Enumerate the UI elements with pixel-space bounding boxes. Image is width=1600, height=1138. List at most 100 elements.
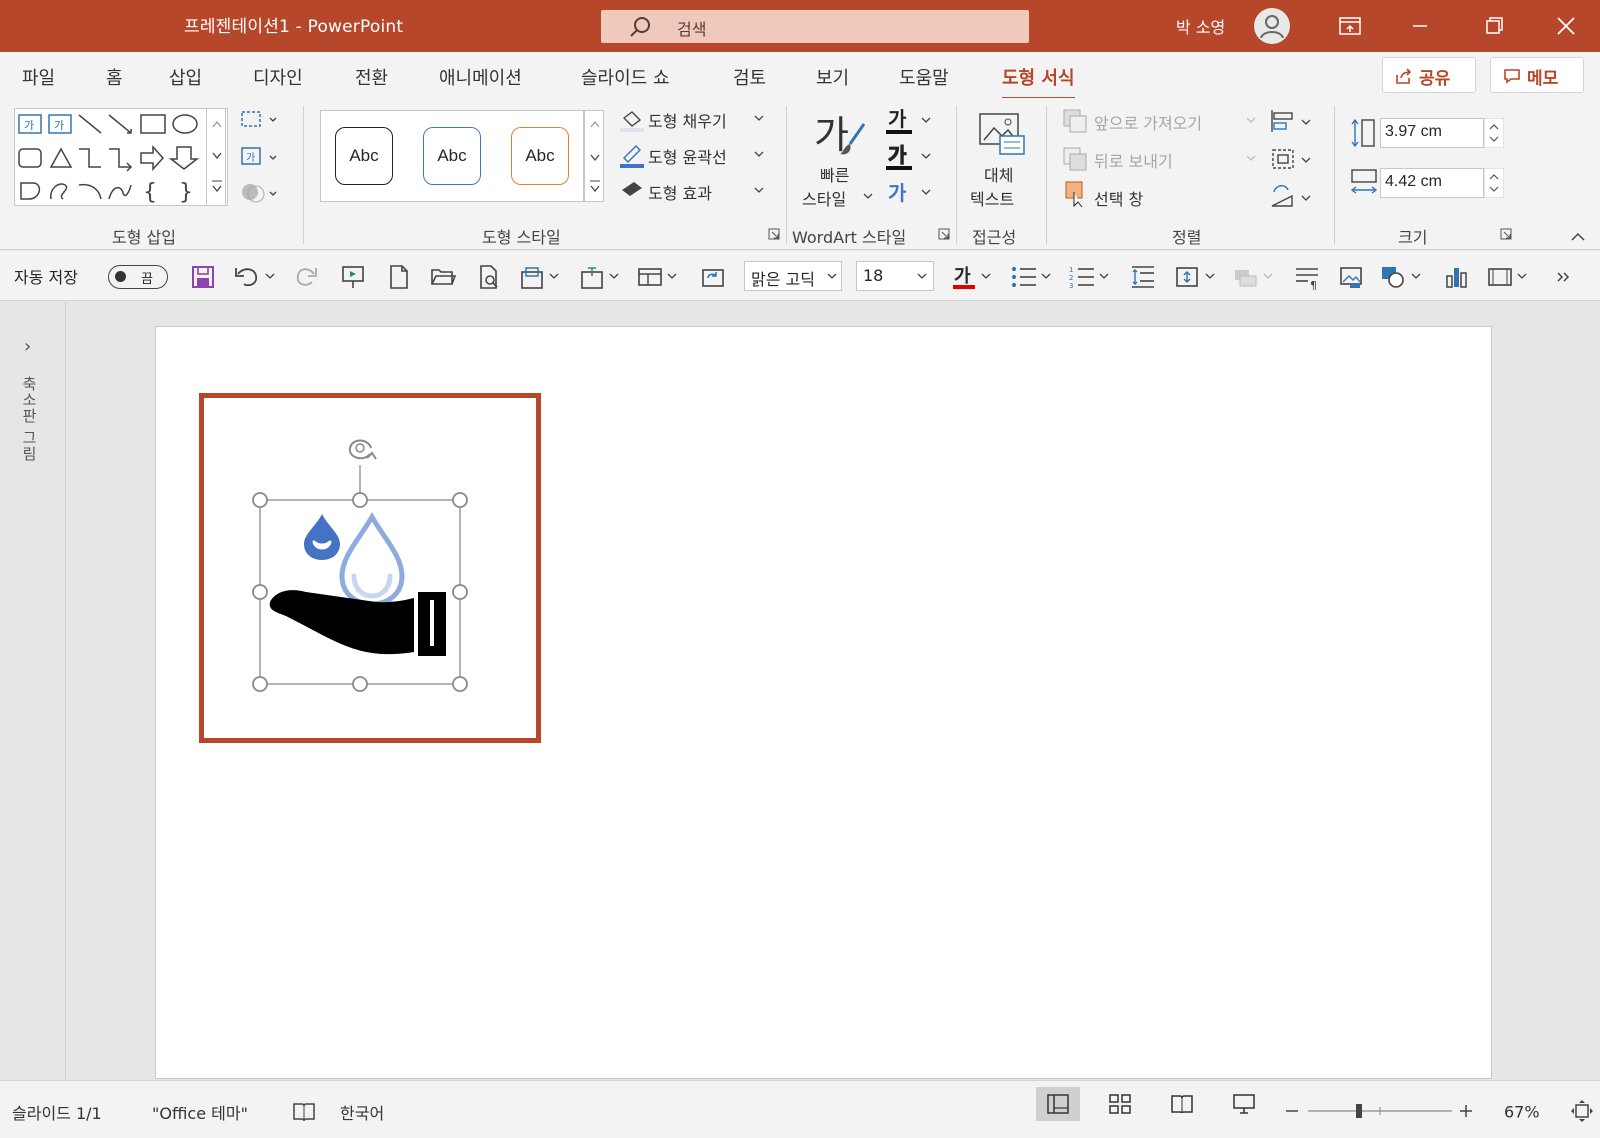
spinner-arrows-icon[interactable] bbox=[1484, 168, 1504, 198]
open-folder-icon[interactable] bbox=[430, 264, 456, 290]
share-button[interactable]: 공유 bbox=[1382, 57, 1476, 93]
text-box-icon[interactable] bbox=[578, 264, 622, 290]
avatar[interactable] bbox=[1254, 8, 1290, 44]
send-backward-button[interactable]: 뒤로 보내기 bbox=[1094, 148, 1173, 172]
align-group-rotate-icons[interactable] bbox=[1268, 108, 1316, 212]
tab-view[interactable]: 보기 bbox=[816, 64, 849, 90]
shape-effects-button[interactable]: 도형 효과 bbox=[648, 180, 712, 204]
print-preview-icon[interactable] bbox=[476, 264, 502, 290]
reading-view-button[interactable] bbox=[1160, 1087, 1204, 1121]
dialog-launcher-icon[interactable] bbox=[1500, 228, 1512, 240]
font-color-icon[interactable] bbox=[950, 264, 996, 290]
shapes-gallery[interactable]: 가 가 { } bbox=[14, 108, 228, 206]
video-icon[interactable] bbox=[1486, 264, 1532, 290]
picture-icon[interactable] bbox=[1338, 264, 1364, 290]
shape-styles-gallery[interactable]: Abc Abc Abc bbox=[320, 110, 584, 202]
svg-text:가: 가 bbox=[888, 143, 907, 167]
wordart-fill-outline-effects-icons[interactable]: 가 가 가 bbox=[884, 104, 934, 210]
memo-label: 메모 bbox=[1527, 69, 1559, 89]
reading-view-icon bbox=[1171, 1095, 1193, 1114]
edit-shape-tools-icon[interactable]: 가 bbox=[238, 108, 288, 208]
group-separator bbox=[956, 106, 957, 244]
minimize-icon[interactable] bbox=[1406, 12, 1434, 40]
shape-fill-button[interactable]: 도형 채우기 bbox=[648, 108, 727, 132]
new-slide-icon[interactable] bbox=[518, 264, 562, 290]
tab-shape-format[interactable]: 도형 서식 bbox=[1002, 64, 1075, 100]
new-file-icon[interactable] bbox=[386, 264, 412, 290]
theme-name: "Office 테마" bbox=[152, 1104, 248, 1123]
numbering-icon[interactable]: 123 bbox=[1068, 264, 1114, 290]
redo-icon[interactable] bbox=[294, 264, 320, 290]
tab-file[interactable]: 파일 bbox=[22, 64, 55, 90]
ribbon-display-icon[interactable] bbox=[1336, 12, 1364, 40]
slide-sorter-button[interactable] bbox=[1098, 1087, 1142, 1121]
collapse-ribbon-icon[interactable] bbox=[1570, 232, 1586, 242]
tab-design[interactable]: 디자인 bbox=[253, 64, 303, 90]
selection-pane-button[interactable]: 선택 창 bbox=[1094, 186, 1143, 210]
spinner-arrows-icon[interactable] bbox=[1484, 118, 1504, 148]
tab-transitions[interactable]: 전환 bbox=[355, 64, 388, 90]
chart-icon[interactable] bbox=[1444, 264, 1470, 290]
shape-style-preset[interactable]: Abc bbox=[335, 127, 393, 185]
arrange-icons bbox=[1063, 109, 1087, 208]
zoom-level[interactable]: 67% bbox=[1504, 1103, 1540, 1122]
dialog-launcher-icon[interactable] bbox=[938, 228, 950, 240]
shape-height-input[interactable]: 3.97 cm bbox=[1380, 118, 1484, 148]
shape-outline-button[interactable]: 도형 윤곽선 bbox=[648, 144, 727, 168]
shape-style-preset[interactable]: Abc bbox=[423, 127, 481, 185]
quick-access-toolbar: 자동 저장 끔 맑은 고딕 18 가 123 ¶ bbox=[0, 251, 1600, 301]
normal-view-button[interactable] bbox=[1036, 1087, 1080, 1121]
tab-animations[interactable]: 애니메이션 bbox=[439, 64, 522, 90]
shapes-icon[interactable] bbox=[1380, 264, 1426, 290]
alt-text-icon[interactable] bbox=[978, 112, 1026, 156]
bring-forward-button[interactable]: 앞으로 가져오기 bbox=[1094, 110, 1202, 134]
zoom-slider[interactable] bbox=[1284, 1101, 1474, 1121]
reset-slide-icon[interactable] bbox=[700, 264, 726, 290]
undo-icon[interactable] bbox=[232, 264, 278, 290]
paragraph-icon[interactable]: ¶ bbox=[1294, 264, 1320, 290]
bullets-icon[interactable] bbox=[1010, 264, 1056, 290]
shape-width-input[interactable]: 4.42 cm bbox=[1380, 168, 1484, 198]
svg-text:3: 3 bbox=[1069, 282, 1073, 290]
expand-thumbnails-icon[interactable]: › bbox=[24, 336, 31, 357]
tab-help[interactable]: 도움말 bbox=[899, 64, 949, 90]
language-indicator[interactable]: 한국어 bbox=[340, 1100, 384, 1124]
thumbnail-rail: › 축소판 그림 bbox=[0, 302, 66, 1080]
font-name-select[interactable]: 맑은 고딕 bbox=[744, 261, 842, 291]
font-size-select[interactable]: 18 bbox=[856, 261, 934, 291]
shapes-gallery-scroll[interactable] bbox=[206, 108, 226, 206]
svg-text:¶: ¶ bbox=[1310, 279, 1317, 290]
search-box[interactable]: 검색 bbox=[601, 10, 1029, 43]
styles-gallery-scroll[interactable] bbox=[584, 110, 604, 202]
accessibility-check-icon[interactable] bbox=[292, 1101, 316, 1123]
window-title: 프레젠테이션1 - PowerPoint bbox=[184, 17, 404, 37]
arrange-group-label: 정렬 bbox=[1172, 228, 1202, 247]
close-icon[interactable] bbox=[1552, 12, 1580, 40]
autosave-toggle[interactable]: 끔 bbox=[108, 265, 168, 289]
tab-review[interactable]: 검토 bbox=[733, 64, 766, 90]
tab-insert[interactable]: 삽입 bbox=[169, 64, 202, 90]
dialog-launcher-icon[interactable] bbox=[768, 228, 780, 240]
shape-style-preset[interactable]: Abc bbox=[511, 127, 569, 185]
tab-slideshow[interactable]: 슬라이드 쇼 bbox=[581, 64, 670, 90]
more-commands-icon[interactable] bbox=[1552, 264, 1578, 290]
user-name[interactable]: 박 소영 bbox=[1176, 14, 1225, 38]
fit-to-window-icon[interactable] bbox=[1570, 1099, 1594, 1123]
group-separator bbox=[1046, 106, 1047, 244]
line-spacing-icon[interactable] bbox=[1130, 264, 1156, 290]
thumbnails-label[interactable]: 축소판 그림 bbox=[19, 376, 40, 462]
memo-button[interactable]: 메모 bbox=[1490, 57, 1584, 93]
text-direction-icon[interactable] bbox=[1174, 264, 1220, 290]
save-icon[interactable] bbox=[190, 264, 216, 290]
size-group-label: 크기 bbox=[1398, 228, 1428, 247]
restore-icon[interactable] bbox=[1480, 12, 1508, 40]
smartart-icon[interactable] bbox=[1232, 264, 1278, 290]
quick-styles-label-2[interactable]: 스타일 bbox=[802, 186, 846, 210]
shapes-grid-icon: 가 가 { } bbox=[18, 114, 200, 205]
tab-home[interactable]: 홈 bbox=[106, 64, 123, 90]
svg-text:1: 1 bbox=[1069, 266, 1073, 274]
slideshow-icon bbox=[1233, 1094, 1255, 1114]
present-from-start-icon[interactable] bbox=[340, 264, 366, 290]
slideshow-view-button[interactable] bbox=[1222, 1087, 1266, 1121]
layout-icon[interactable] bbox=[636, 264, 680, 290]
